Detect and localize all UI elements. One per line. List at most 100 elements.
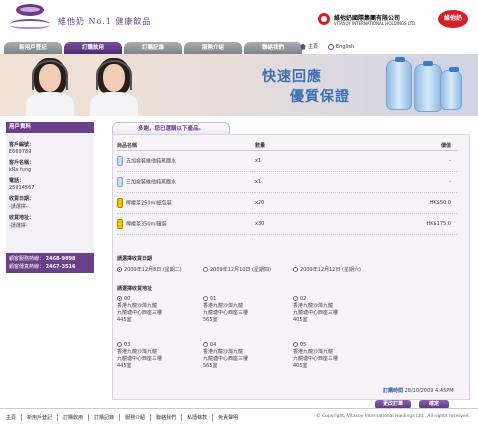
col-product-name: 商品名稱 — [117, 141, 255, 151]
radio-selected-icon[interactable] — [117, 296, 122, 301]
radio-selected-icon[interactable] — [117, 267, 122, 272]
footer-link-contact[interactable]: 聯絡我們 — [150, 414, 181, 421]
delivery-address-label: 收貨地址： — [9, 215, 35, 221]
date-option-label: 2009年12月12日 (星期六) — [300, 267, 361, 273]
table-row: 五加侖裝維他純蒸餾水 x1 - — [117, 150, 457, 172]
nav-links: 主頁 English — [300, 43, 354, 50]
order-time: 訂購時間 28/10/2009 4:45PM — [383, 387, 454, 394]
address-option-00[interactable]: 00 香港九龍沙灣九龍 九龍塘中心西座三樓 445室 — [117, 296, 207, 324]
customer-id-label: 客戶編號： — [9, 142, 35, 148]
customer-hotline: 顧客服務熱線： 2468-9898 顧客傳真熱線： 2467-3516 — [6, 253, 94, 273]
footer: 主頁 新用戶登記 訂購飲用 訂購記錄 服務介紹 聯絡我們 私隱條款 免責聲明 ©… — [0, 408, 478, 425]
address-line: 九龍塘中心西座三樓 — [293, 310, 339, 316]
address-id: 04 — [210, 342, 217, 348]
address-line: 445室 — [117, 317, 132, 323]
footer-link-home[interactable]: 主頁 — [6, 414, 21, 421]
radio-icon[interactable] — [117, 342, 122, 347]
radio-icon[interactable] — [293, 342, 298, 347]
english-link-label: English — [336, 43, 355, 50]
price-cell: HK$50.0 — [360, 192, 457, 214]
tab-services[interactable]: 服務介紹 — [184, 42, 242, 54]
price-cell: HK$175.0 — [360, 213, 457, 235]
order-time-value: 28/10/2009 4:45PM — [404, 388, 454, 394]
home-link[interactable]: 主頁 — [300, 43, 318, 50]
product-cell: 五加侖裝維他純蒸餾水 — [117, 150, 255, 172]
table-row: 檸檬茶250ml紙包裝 x20 HK$50.0 — [117, 192, 457, 214]
address-line: 香港九龍沙灣九龍 — [117, 303, 158, 309]
address-option-05[interactable]: 05 香港九龍沙灣九龍 九龍塘中心西座三樓 405室 — [293, 342, 383, 370]
customer-service-agent-image — [20, 54, 80, 116]
product-table: 商品名稱 數量 價值 五加侖裝維他純蒸餾水 x1 - 三加侖裝維他純蒸餾水 x1… — [117, 141, 457, 235]
address-line: 九龍塘中心西座三樓 — [203, 310, 249, 316]
footer-link-privacy[interactable]: 私隱條款 — [181, 414, 212, 421]
water-bottle-icon — [117, 155, 123, 166]
tab-new-user[interactable]: 新用戶登記 — [4, 42, 62, 54]
logo-text: 維他奶 No.1 健康飲品 — [58, 17, 152, 26]
date-option-1[interactable]: 2009年12月8日 (星期二) — [117, 266, 182, 273]
table-row: 三加侖裝維他純蒸餾水 x1 - — [117, 171, 457, 193]
radio-icon[interactable] — [203, 267, 208, 272]
price-cell: - — [360, 150, 457, 172]
footer-link-order-history[interactable]: 訂購記錄 — [88, 414, 119, 421]
col-quantity: 數量 — [255, 141, 360, 151]
delivery-date-value: -請選擇- — [9, 204, 28, 210]
radio-icon[interactable] — [203, 342, 208, 347]
address-id: 00 — [124, 296, 131, 302]
phone-value: 25914567 — [9, 185, 35, 191]
address-id: 03 — [124, 342, 131, 348]
address-line: 405室 — [293, 317, 308, 323]
delivery-date-section-label: 請選擇收貨日期 — [117, 256, 153, 262]
user-info-panel: 用戶資料 客戶編號： E669789 客戶名稱： kRa fung 電話： 25… — [6, 122, 94, 392]
footer-link-order[interactable]: 訂購飲用 — [57, 414, 88, 421]
address-line: 九龍塘中心西座三樓 — [117, 356, 163, 362]
radio-icon[interactable] — [203, 296, 208, 301]
footer-link-disclaimer[interactable]: 免責聲明 — [212, 414, 243, 421]
address-option-03[interactable]: 03 香港九龍沙灣九龍 九龍塘中心西座三樓 445室 — [117, 342, 207, 370]
address-line: 405室 — [293, 363, 308, 369]
address-option-01[interactable]: 01 香港九龍沙灣九龍 九龍塘中心西座三樓 565室 — [203, 296, 293, 324]
address-id: 01 — [210, 296, 217, 302]
date-option-3[interactable]: 2009年12月12日 (星期六) — [293, 266, 361, 273]
radio-icon[interactable] — [293, 267, 298, 272]
address-line: 九龍塘中心西座三樓 — [203, 356, 249, 362]
delivery-address-section-label: 請選擇收貨地址 — [117, 286, 153, 292]
water-bottle-image — [386, 57, 412, 110]
quantity-cell: x1 — [255, 171, 360, 193]
address-line: 香港九龍沙灣九龍 — [293, 303, 334, 309]
date-option-2[interactable]: 2009年12月10日 (星期四) — [203, 266, 271, 273]
copyright-text: © Copyright, Vitasoy International Holdi… — [316, 414, 470, 419]
water-bottle-image — [414, 61, 442, 112]
lemon-tea-can-icon — [117, 218, 123, 229]
brand-name-en: VITASOY INTERNATIONAL HOLDINGS LTD. — [334, 21, 417, 26]
footer-link-services[interactable]: 服務介紹 — [119, 414, 150, 421]
address-option-04[interactable]: 04 香港九龍沙灣九龍 九龍塘中心西座三樓 565室 — [203, 342, 293, 370]
address-line: 565室 — [203, 317, 218, 323]
tab-order-history[interactable]: 訂購記錄 — [124, 42, 182, 54]
address-line: 香港九龍沙灣九龍 — [117, 349, 158, 355]
header: 維他奶 No.1 健康飲品 維他奶國際集團有限公司 VITASOY INTERN… — [0, 0, 478, 40]
english-link[interactable]: English — [328, 43, 354, 50]
address-option-02[interactable]: 02 香港九龍沙灣九龍 九龍塘中心西座三樓 405室 — [293, 296, 383, 324]
footer-link-new-user[interactable]: 新用戶登記 — [21, 414, 57, 421]
water-bottle-icon — [117, 176, 123, 187]
banner-slogan-line1: 快速回應 — [262, 69, 322, 85]
tab-contact[interactable]: 聯絡我們 — [244, 42, 302, 54]
vita-logo[interactable] — [6, 4, 54, 34]
nav-tabs: 新用戶登記 訂購飲用 訂購記錄 服務介紹 聯絡我們 — [4, 42, 304, 54]
quantity-cell: x20 — [255, 192, 360, 214]
customer-id-value: E669789 — [9, 149, 32, 155]
lemon-tea-pack-icon — [117, 197, 123, 208]
customer-name-value: kRa fung — [9, 167, 32, 173]
delivery-date-label: 收貨日期： — [9, 196, 35, 202]
home-icon — [300, 43, 306, 50]
tab-order[interactable]: 訂購飲用 — [64, 42, 122, 54]
logo-mark-icon — [16, 4, 44, 16]
table-row: 檸檬茶350ml罐裝 x30 HK$175.0 — [117, 213, 457, 235]
product-name: 檸檬茶350ml罐裝 — [126, 221, 167, 227]
address-id: 02 — [300, 296, 307, 302]
product-cell: 檸檬茶250ml紙包裝 — [117, 192, 255, 214]
water-bottle-image — [440, 67, 462, 110]
radio-icon[interactable] — [293, 296, 298, 301]
main-nav: 新用戶登記 訂購飲用 訂購記錄 服務介紹 聯絡我們 主頁 English — [0, 42, 478, 54]
order-time-label: 訂購時間 — [383, 388, 404, 394]
